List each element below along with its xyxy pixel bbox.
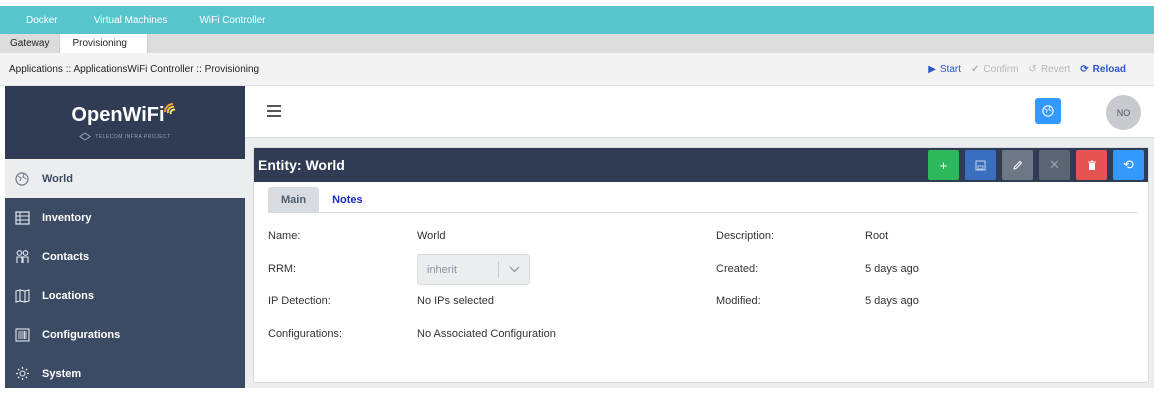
sidebar-item-inventory[interactable]: Inventory [5, 198, 245, 237]
chevron-down-icon [499, 266, 529, 273]
trash-icon [1087, 160, 1096, 170]
app-actions: ▶ Start ✔ Confirm ↺ Revert ⟳ Reload [928, 64, 1154, 75]
reload-icon: ⟳ [1080, 63, 1089, 75]
modified-label: Modified: [716, 295, 761, 307]
save-icon [975, 160, 986, 170]
breadcrumb-bar: Applications :: ApplicationsWiFi Control… [0, 53, 1154, 86]
list-icon [14, 210, 30, 226]
sub-tab-bar: Gateway Provisioning [0, 34, 1154, 53]
configurations-label: Configurations: [268, 328, 342, 340]
confirm-button[interactable]: ✔ Confirm [971, 64, 1018, 75]
rrm-label: RRM: [268, 263, 297, 275]
sidebar: OpenWiFi TELECOM INFRA PROJECT World Inv… [5, 86, 245, 388]
brand-logo: OpenWiFi TELECOM INFRA PROJECT [5, 86, 245, 159]
name-label: Name: [268, 230, 301, 242]
sidebar-item-world[interactable]: World [5, 159, 245, 198]
modified-value: 5 days ago [865, 295, 919, 307]
breadcrumb: Applications :: ApplicationsWiFi Control… [9, 63, 260, 75]
globe-icon [1042, 105, 1054, 117]
rrm-select[interactable]: inherit [417, 254, 530, 285]
sidebar-item-configurations[interactable]: Configurations [5, 315, 245, 354]
created-label: Created: [716, 263, 759, 275]
add-button[interactable]: + [928, 150, 959, 180]
brand-subtitle: TELECOM INFRA PROJECT [95, 133, 171, 140]
plus-icon: + [939, 157, 948, 173]
main-content: NO Entity: World + ✕ ⟲ Main Notes Name: … [245, 86, 1154, 388]
revert-button[interactable]: ↺ Revert [1028, 64, 1070, 75]
tab-virtual-machines[interactable]: Virtual Machines [94, 6, 200, 34]
ip-detection-value: No IPs selected [417, 295, 495, 307]
refresh-button[interactable]: ⟲ [1113, 150, 1144, 180]
delete-button[interactable] [1076, 150, 1107, 180]
check-icon: ✔ [971, 63, 980, 75]
people-icon [14, 249, 30, 265]
globe-icon [14, 171, 30, 187]
map-icon [14, 288, 30, 304]
refresh-icon: ⟲ [1123, 157, 1134, 172]
tab-provisioning[interactable]: Provisioning [59, 34, 148, 53]
tip-logo-icon [79, 132, 92, 141]
save-button[interactable] [965, 150, 996, 180]
sidebar-item-system[interactable]: System [5, 354, 245, 393]
language-globe-button[interactable] [1035, 98, 1061, 124]
created-value: 5 days ago [865, 263, 919, 275]
brand-name: OpenWiFi [71, 104, 165, 126]
description-value: Root [865, 230, 889, 242]
barcode-icon [14, 327, 30, 343]
tab-docker[interactable]: Docker [0, 6, 94, 34]
name-value: World [417, 230, 446, 242]
tab-main[interactable]: Main [268, 187, 320, 212]
close-icon: ✕ [1049, 157, 1060, 172]
rrm-select-value: inherit [427, 263, 457, 276]
wifi-icon [163, 102, 176, 114]
pencil-icon [1013, 160, 1023, 170]
entity-card-header: Entity: World + ✕ ⟲ [254, 148, 1148, 182]
top-tab-bar: Docker Virtual Machines WiFi Controller [0, 6, 1154, 34]
start-button[interactable]: ▶ Start [928, 64, 961, 75]
entity-toolbar: + ✕ ⟲ [928, 150, 1148, 180]
tab-wifi-controller[interactable]: WiFi Controller [199, 6, 280, 34]
configurations-value: No Associated Configuration [417, 328, 556, 340]
sidebar-item-contacts[interactable]: Contacts [5, 237, 245, 276]
cancel-button[interactable]: ✕ [1039, 150, 1070, 180]
entity-title: Entity: World [258, 157, 345, 173]
tab-gateway[interactable]: Gateway [0, 34, 59, 53]
revert-icon: ↺ [1028, 63, 1037, 75]
entity-card: Entity: World + ✕ ⟲ Main Notes Name: Wor… [253, 147, 1149, 383]
entity-tabs: Main Notes [268, 187, 1138, 213]
avatar[interactable]: NO [1106, 95, 1141, 130]
hamburger-menu-icon[interactable] [267, 105, 281, 117]
sidebar-item-locations[interactable]: Locations [5, 276, 245, 315]
reload-button[interactable]: ⟳ Reload [1080, 64, 1126, 75]
description-label: Description: [716, 230, 775, 242]
gear-icon [14, 366, 30, 382]
play-icon: ▶ [928, 63, 936, 75]
ip-detection-label: IP Detection: [268, 295, 331, 307]
top-header: NO [245, 86, 1154, 138]
edit-button[interactable] [1002, 150, 1033, 180]
tab-notes[interactable]: Notes [319, 187, 376, 212]
